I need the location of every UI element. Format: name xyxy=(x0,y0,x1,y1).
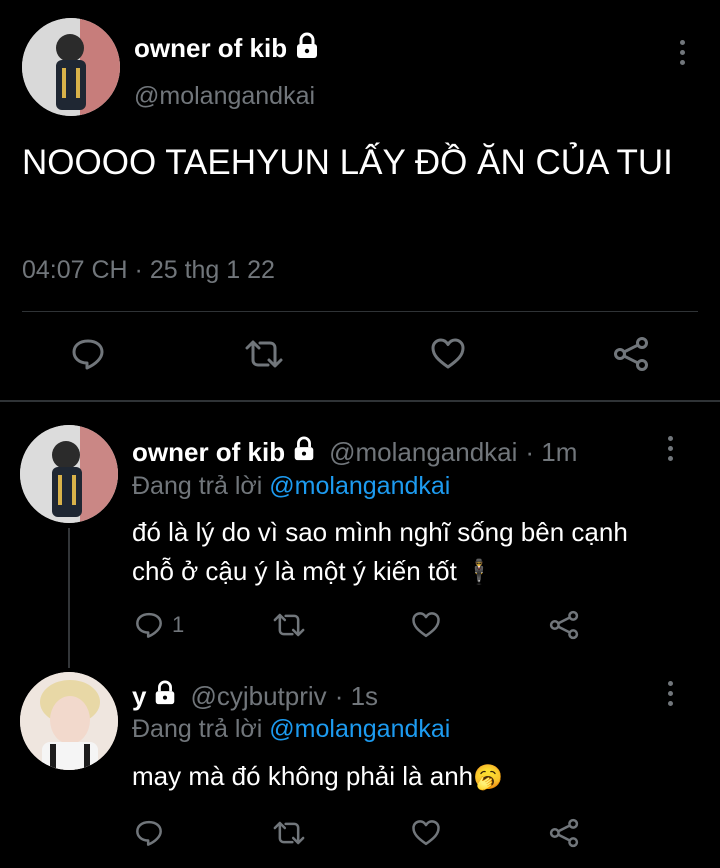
share-icon xyxy=(612,336,650,372)
like-icon xyxy=(430,336,466,372)
tweet-thread: owner of kib @molangandkai NOOOO TAEHYUN… xyxy=(0,0,720,868)
share-button[interactable] xyxy=(612,336,650,372)
emoji: 🥱 xyxy=(473,764,504,791)
replying-prefix: Đang trả lời xyxy=(132,715,263,743)
more-icon[interactable] xyxy=(664,681,676,706)
avatar[interactable] xyxy=(20,672,118,770)
more-icon[interactable] xyxy=(676,40,688,65)
reply-header: owner of kib @molangandkai · 1m xyxy=(132,436,577,469)
reply-count: 1 xyxy=(172,612,185,637)
like-icon xyxy=(411,610,441,640)
author-name[interactable]: owner of kib xyxy=(132,437,285,468)
divider xyxy=(22,311,698,312)
lock-icon xyxy=(152,680,178,713)
like-button[interactable] xyxy=(430,336,466,372)
replying-to: Đang trả lời @molangandkai xyxy=(132,715,450,744)
replying-to: Đang trả lời @molangandkai xyxy=(132,472,450,501)
more-icon[interactable] xyxy=(664,436,676,461)
author-handle[interactable]: @molangandkai xyxy=(134,82,315,111)
reply-body: may mà đó không phải là anh xyxy=(132,761,474,791)
reply-icon xyxy=(134,818,164,848)
reply-icon xyxy=(70,336,106,372)
retweet-icon xyxy=(244,336,284,372)
avatar[interactable] xyxy=(20,425,118,523)
author-name[interactable]: y xyxy=(132,681,146,712)
author-name[interactable]: owner of kib xyxy=(134,33,287,64)
retweet-icon xyxy=(272,610,306,640)
retweet-button[interactable] xyxy=(272,610,306,640)
like-button[interactable] xyxy=(411,610,441,640)
mention-link[interactable]: @molangandkai xyxy=(269,472,450,500)
thread-connector xyxy=(68,528,70,668)
mention-link[interactable]: @molangandkai xyxy=(269,715,450,743)
reply-button[interactable] xyxy=(134,818,164,848)
avatar[interactable] xyxy=(22,18,120,116)
tweet-timestamp[interactable]: 04:07 CH · 25 thg 1 22 xyxy=(22,256,275,285)
tweet-text: NOOOO TAEHYUN LẤY ĐỒ ĂN CỦA TUI xyxy=(22,143,673,182)
reply-text: may mà đó không phải là anh🥱 xyxy=(132,757,672,797)
retweet-button[interactable] xyxy=(244,336,284,372)
share-button[interactable] xyxy=(548,610,580,640)
section-divider xyxy=(0,400,720,402)
retweet-button[interactable] xyxy=(272,818,306,848)
reply-text: đó là lý do vì sao mình nghĩ sống bên cạ… xyxy=(132,513,672,592)
lock-icon xyxy=(291,436,317,469)
reply-body: đó là lý do vì sao mình nghĩ sống bên cạ… xyxy=(132,517,628,586)
tweet-age[interactable]: · 1s xyxy=(335,681,378,712)
like-button[interactable] xyxy=(411,818,441,848)
share-button[interactable] xyxy=(548,818,580,848)
share-icon xyxy=(548,818,580,848)
lock-icon xyxy=(293,32,321,65)
tweet-age[interactable]: · 1m xyxy=(525,437,577,468)
author-handle[interactable]: @cyjbutpriv xyxy=(190,681,326,712)
share-icon xyxy=(548,610,580,640)
emoji: 🕴 xyxy=(464,559,494,586)
reply-button[interactable]: 1 xyxy=(134,610,184,640)
retweet-icon xyxy=(272,818,306,848)
like-icon xyxy=(411,818,441,848)
reply-icon xyxy=(134,610,164,640)
replying-prefix: Đang trả lời xyxy=(132,472,263,500)
main-tweet: owner of kib @molangandkai NOOOO TAEHYUN… xyxy=(0,0,720,400)
reply-header: y @cyjbutpriv · 1s xyxy=(132,680,378,713)
reply-button[interactable] xyxy=(70,336,106,372)
author-row: owner of kib xyxy=(134,32,321,65)
author-handle[interactable]: @molangandkai xyxy=(329,437,517,468)
tweet-actions xyxy=(70,336,670,372)
